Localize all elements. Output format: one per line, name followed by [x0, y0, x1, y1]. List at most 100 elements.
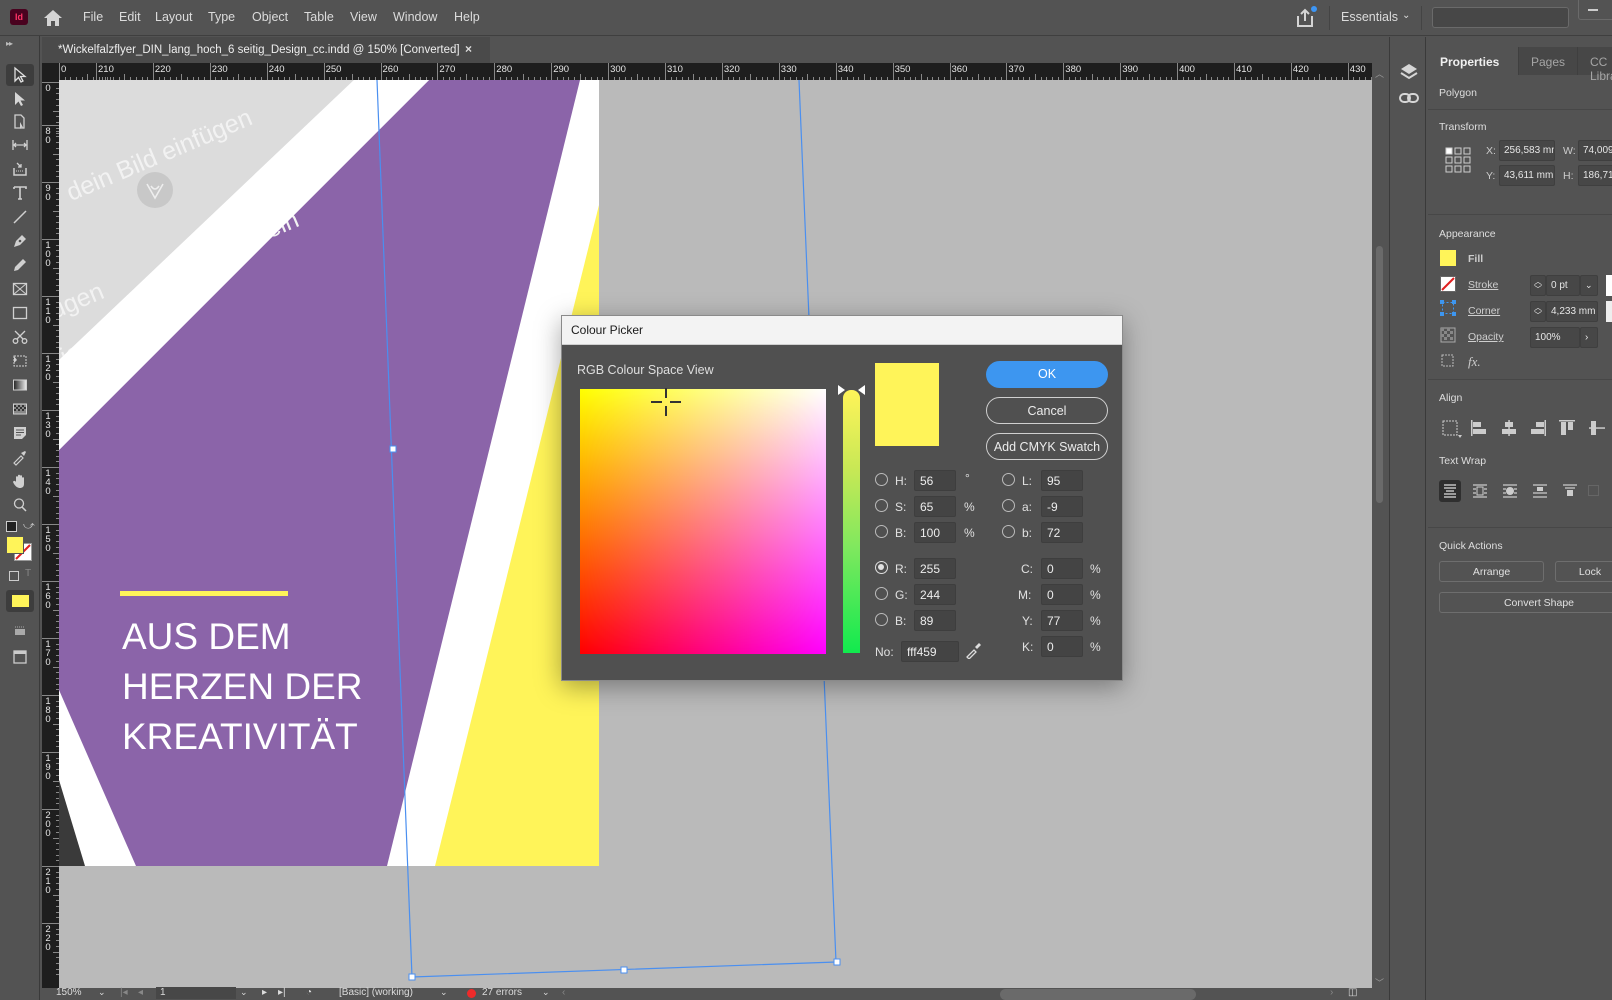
- corner-stepper[interactable]: ︿ ﹀: [1530, 301, 1546, 322]
- gap-tool[interactable]: [6, 134, 34, 156]
- zoom-tool[interactable]: [6, 494, 34, 516]
- jump-to-next-column-icon[interactable]: [1559, 480, 1581, 502]
- formatting-text-icon[interactable]: T: [25, 568, 31, 579]
- align-vertical-center-icon[interactable]: [1588, 419, 1606, 437]
- magenta-field[interactable]: 0: [1041, 584, 1083, 605]
- hue-radio[interactable]: [875, 473, 888, 486]
- preflight-profile[interactable]: [Basic] (working): [339, 987, 413, 998]
- chevron-down-icon[interactable]: ⌄: [98, 987, 106, 998]
- saturation-field[interactable]: 65: [914, 496, 956, 517]
- gradient-feather-tool[interactable]: [6, 398, 34, 420]
- error-count[interactable]: 27 errors: [482, 987, 522, 998]
- yellow-field[interactable]: 77: [1041, 610, 1083, 631]
- selection-tool[interactable]: [6, 64, 34, 86]
- scrollbar-thumb[interactable]: [1376, 246, 1383, 503]
- align-left-icon[interactable]: [1470, 419, 1488, 437]
- hex-field[interactable]: fff459: [901, 641, 959, 662]
- no-text-wrap-button[interactable]: [1439, 480, 1461, 502]
- home-icon[interactable]: [42, 8, 64, 28]
- page-number-field[interactable]: 1: [156, 987, 236, 999]
- menu-file[interactable]: File: [83, 10, 103, 24]
- corner-size-field[interactable]: 4,233 mm: [1546, 301, 1598, 322]
- menu-table[interactable]: Table: [304, 10, 334, 24]
- ruler-origin[interactable]: [42, 63, 59, 80]
- colour-field[interactable]: [580, 388, 826, 654]
- previous-page-icon[interactable]: ◂: [138, 987, 143, 998]
- blue-radio[interactable]: [875, 613, 888, 626]
- wrap-bounding-box-icon[interactable]: [1469, 480, 1491, 502]
- screen-mode-icon[interactable]: [6, 646, 34, 668]
- brightness-field[interactable]: 100: [914, 522, 956, 543]
- stroke-link[interactable]: Stroke: [1468, 279, 1498, 291]
- eyedropper-tool[interactable]: [6, 446, 34, 468]
- headline-line-2[interactable]: HERZEN DER: [122, 666, 363, 707]
- stroke-swatch[interactable]: [1440, 276, 1456, 292]
- cancel-button[interactable]: Cancel: [986, 397, 1108, 424]
- chevron-down-icon[interactable]: ⌄: [440, 987, 448, 998]
- colour-slider[interactable]: [843, 390, 860, 653]
- cyan-field[interactable]: 0: [1041, 558, 1083, 579]
- green-field[interactable]: 244: [914, 584, 956, 605]
- black-field[interactable]: 0: [1041, 636, 1083, 657]
- opacity-expand[interactable]: ›: [1580, 327, 1598, 348]
- corner-link[interactable]: Corner: [1468, 305, 1500, 317]
- selection-handle[interactable]: [833, 958, 841, 966]
- vertical-ruler[interactable]: 0 80 90 100 110 120 130 140 150 160 170 180 190 200 21…: [42, 80, 59, 990]
- fx-button[interactable]: fx.: [1468, 354, 1481, 370]
- vertical-scrollbar[interactable]: ︿ ﹀: [1372, 63, 1387, 990]
- collapse-panel-icon[interactable]: ▸▸: [6, 39, 13, 48]
- stroke-stepper[interactable]: ︿ ﹀: [1530, 275, 1546, 296]
- add-cmyk-swatch-button[interactable]: Add CMYK Swatch: [986, 433, 1108, 460]
- lab-a-field[interactable]: -9: [1041, 496, 1083, 517]
- chevron-down-icon[interactable]: ⌄: [542, 987, 550, 998]
- document-tab[interactable]: *Wickelfalzflyer_DIN_lang_hoch_6 seitig_…: [42, 37, 490, 63]
- hue-field[interactable]: 56: [914, 470, 956, 491]
- scroll-right-icon[interactable]: ›: [1330, 987, 1333, 998]
- align-right-icon[interactable]: [1529, 419, 1547, 437]
- reference-point-icon[interactable]: [1445, 147, 1471, 173]
- minimize-button[interactable]: [1578, 0, 1612, 20]
- direct-selection-tool[interactable]: [6, 88, 34, 110]
- corner-shape-swatch[interactable]: [1606, 301, 1612, 322]
- brightness-radio[interactable]: [875, 525, 888, 538]
- menu-edit[interactable]: Edit: [119, 10, 141, 24]
- line-tool[interactable]: [6, 206, 34, 228]
- headline-line-1[interactable]: AUS DEM: [122, 616, 291, 657]
- zoom-level[interactable]: 150%: [56, 987, 82, 998]
- rectangle-tool[interactable]: [6, 302, 34, 324]
- align-top-icon[interactable]: [1558, 419, 1576, 437]
- menu-type[interactable]: Type: [208, 10, 235, 24]
- opacity-field[interactable]: 100%: [1530, 327, 1580, 348]
- width-field[interactable]: 74,009 mm: [1578, 140, 1612, 161]
- convert-shape-button[interactable]: Convert Shape: [1439, 592, 1612, 613]
- hand-tool[interactable]: [6, 470, 34, 492]
- jump-object-icon[interactable]: [1529, 480, 1551, 502]
- close-icon[interactable]: ×: [465, 42, 472, 56]
- menu-view[interactable]: View: [350, 10, 377, 24]
- tab-pages[interactable]: Pages: [1518, 47, 1576, 75]
- wrap-object-shape-icon[interactable]: [1499, 480, 1521, 502]
- fill-swatch[interactable]: [1440, 250, 1456, 266]
- search-input[interactable]: [1432, 7, 1569, 28]
- horizontal-scrollbar-thumb[interactable]: [1000, 989, 1196, 1000]
- eyedropper-icon[interactable]: [965, 641, 983, 659]
- ok-button[interactable]: OK: [986, 361, 1108, 388]
- stroke-type-swatch[interactable]: [1606, 275, 1612, 296]
- red-radio[interactable]: [875, 561, 888, 574]
- dialog-titlebar[interactable]: Colour Picker: [562, 316, 1122, 345]
- first-page-icon[interactable]: |◂: [120, 987, 128, 998]
- pen-tool[interactable]: [6, 230, 34, 252]
- gradient-swatch-tool[interactable]: [6, 374, 34, 396]
- lock-button[interactable]: Lock: [1555, 561, 1612, 582]
- blue-field[interactable]: 89: [914, 610, 956, 631]
- menu-object[interactable]: Object: [252, 10, 288, 24]
- headline-line-3[interactable]: KREATIVITÄT: [122, 716, 358, 757]
- stroke-weight-dropdown[interactable]: ⌄: [1580, 275, 1598, 296]
- menu-window[interactable]: Window: [393, 10, 437, 24]
- chevron-down-icon[interactable]: ⌄: [1402, 10, 1410, 21]
- lab-b-field[interactable]: 72: [1041, 522, 1083, 543]
- selection-handle[interactable]: [389, 445, 397, 453]
- align-to-selection-icon[interactable]: [1441, 419, 1463, 439]
- arrange-button[interactable]: Arrange: [1439, 561, 1544, 582]
- menu-layout[interactable]: Layout: [155, 10, 193, 24]
